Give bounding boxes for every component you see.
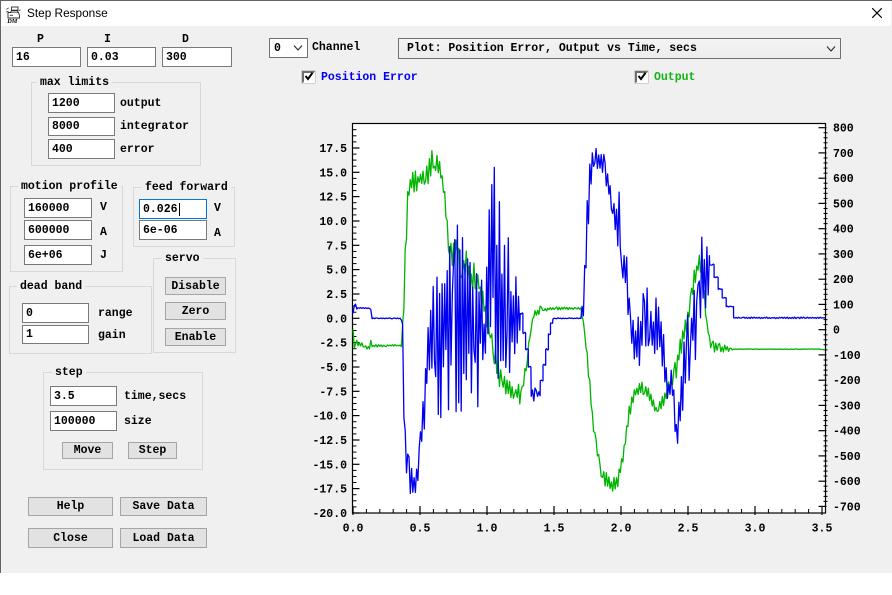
svg-text:400: 400 bbox=[833, 224, 854, 237]
svg-text:2.5: 2.5 bbox=[326, 289, 347, 302]
svg-text:0: 0 bbox=[833, 325, 840, 338]
svg-text:-20.0: -20.0 bbox=[312, 508, 347, 521]
svg-text:200: 200 bbox=[833, 274, 854, 287]
svg-text:800: 800 bbox=[833, 123, 854, 136]
svg-text:1.0: 1.0 bbox=[477, 523, 498, 536]
svg-text:7.5: 7.5 bbox=[326, 240, 347, 253]
svg-text:-300: -300 bbox=[833, 400, 861, 413]
svg-text:0.0: 0.0 bbox=[326, 313, 347, 326]
svg-text:600: 600 bbox=[833, 173, 854, 186]
svg-text:700: 700 bbox=[833, 148, 854, 161]
svg-text:3.0: 3.0 bbox=[745, 523, 766, 536]
svg-text:-500: -500 bbox=[833, 451, 861, 464]
svg-text:-600: -600 bbox=[833, 476, 861, 489]
svg-text:10.0: 10.0 bbox=[319, 216, 347, 229]
svg-text:-400: -400 bbox=[833, 426, 861, 439]
svg-text:-200: -200 bbox=[833, 375, 861, 388]
svg-text:-12.5: -12.5 bbox=[312, 435, 347, 448]
svg-text:2.0: 2.0 bbox=[611, 523, 632, 536]
svg-text:-2.5: -2.5 bbox=[319, 338, 347, 351]
svg-text:17.5: 17.5 bbox=[319, 143, 347, 156]
svg-text:-17.5: -17.5 bbox=[312, 484, 347, 497]
svg-text:-10.0: -10.0 bbox=[312, 411, 347, 424]
svg-text:12.5: 12.5 bbox=[319, 192, 347, 205]
svg-text:-700: -700 bbox=[833, 501, 861, 514]
svg-text:-5.0: -5.0 bbox=[319, 362, 347, 375]
svg-text:0.0: 0.0 bbox=[343, 523, 364, 536]
svg-text:2.5: 2.5 bbox=[678, 523, 699, 536]
svg-text:500: 500 bbox=[833, 198, 854, 211]
svg-text:-100: -100 bbox=[833, 350, 861, 363]
svg-text:300: 300 bbox=[833, 249, 854, 262]
svg-text:100: 100 bbox=[833, 299, 854, 312]
svg-text:5.0: 5.0 bbox=[326, 265, 347, 278]
svg-text:0.5: 0.5 bbox=[410, 523, 431, 536]
svg-text:-7.5: -7.5 bbox=[319, 386, 347, 399]
svg-text:-15.0: -15.0 bbox=[312, 459, 347, 472]
svg-text:1.5: 1.5 bbox=[544, 523, 565, 536]
svg-text:15.0: 15.0 bbox=[319, 167, 347, 180]
svg-text:3.5: 3.5 bbox=[812, 523, 833, 536]
